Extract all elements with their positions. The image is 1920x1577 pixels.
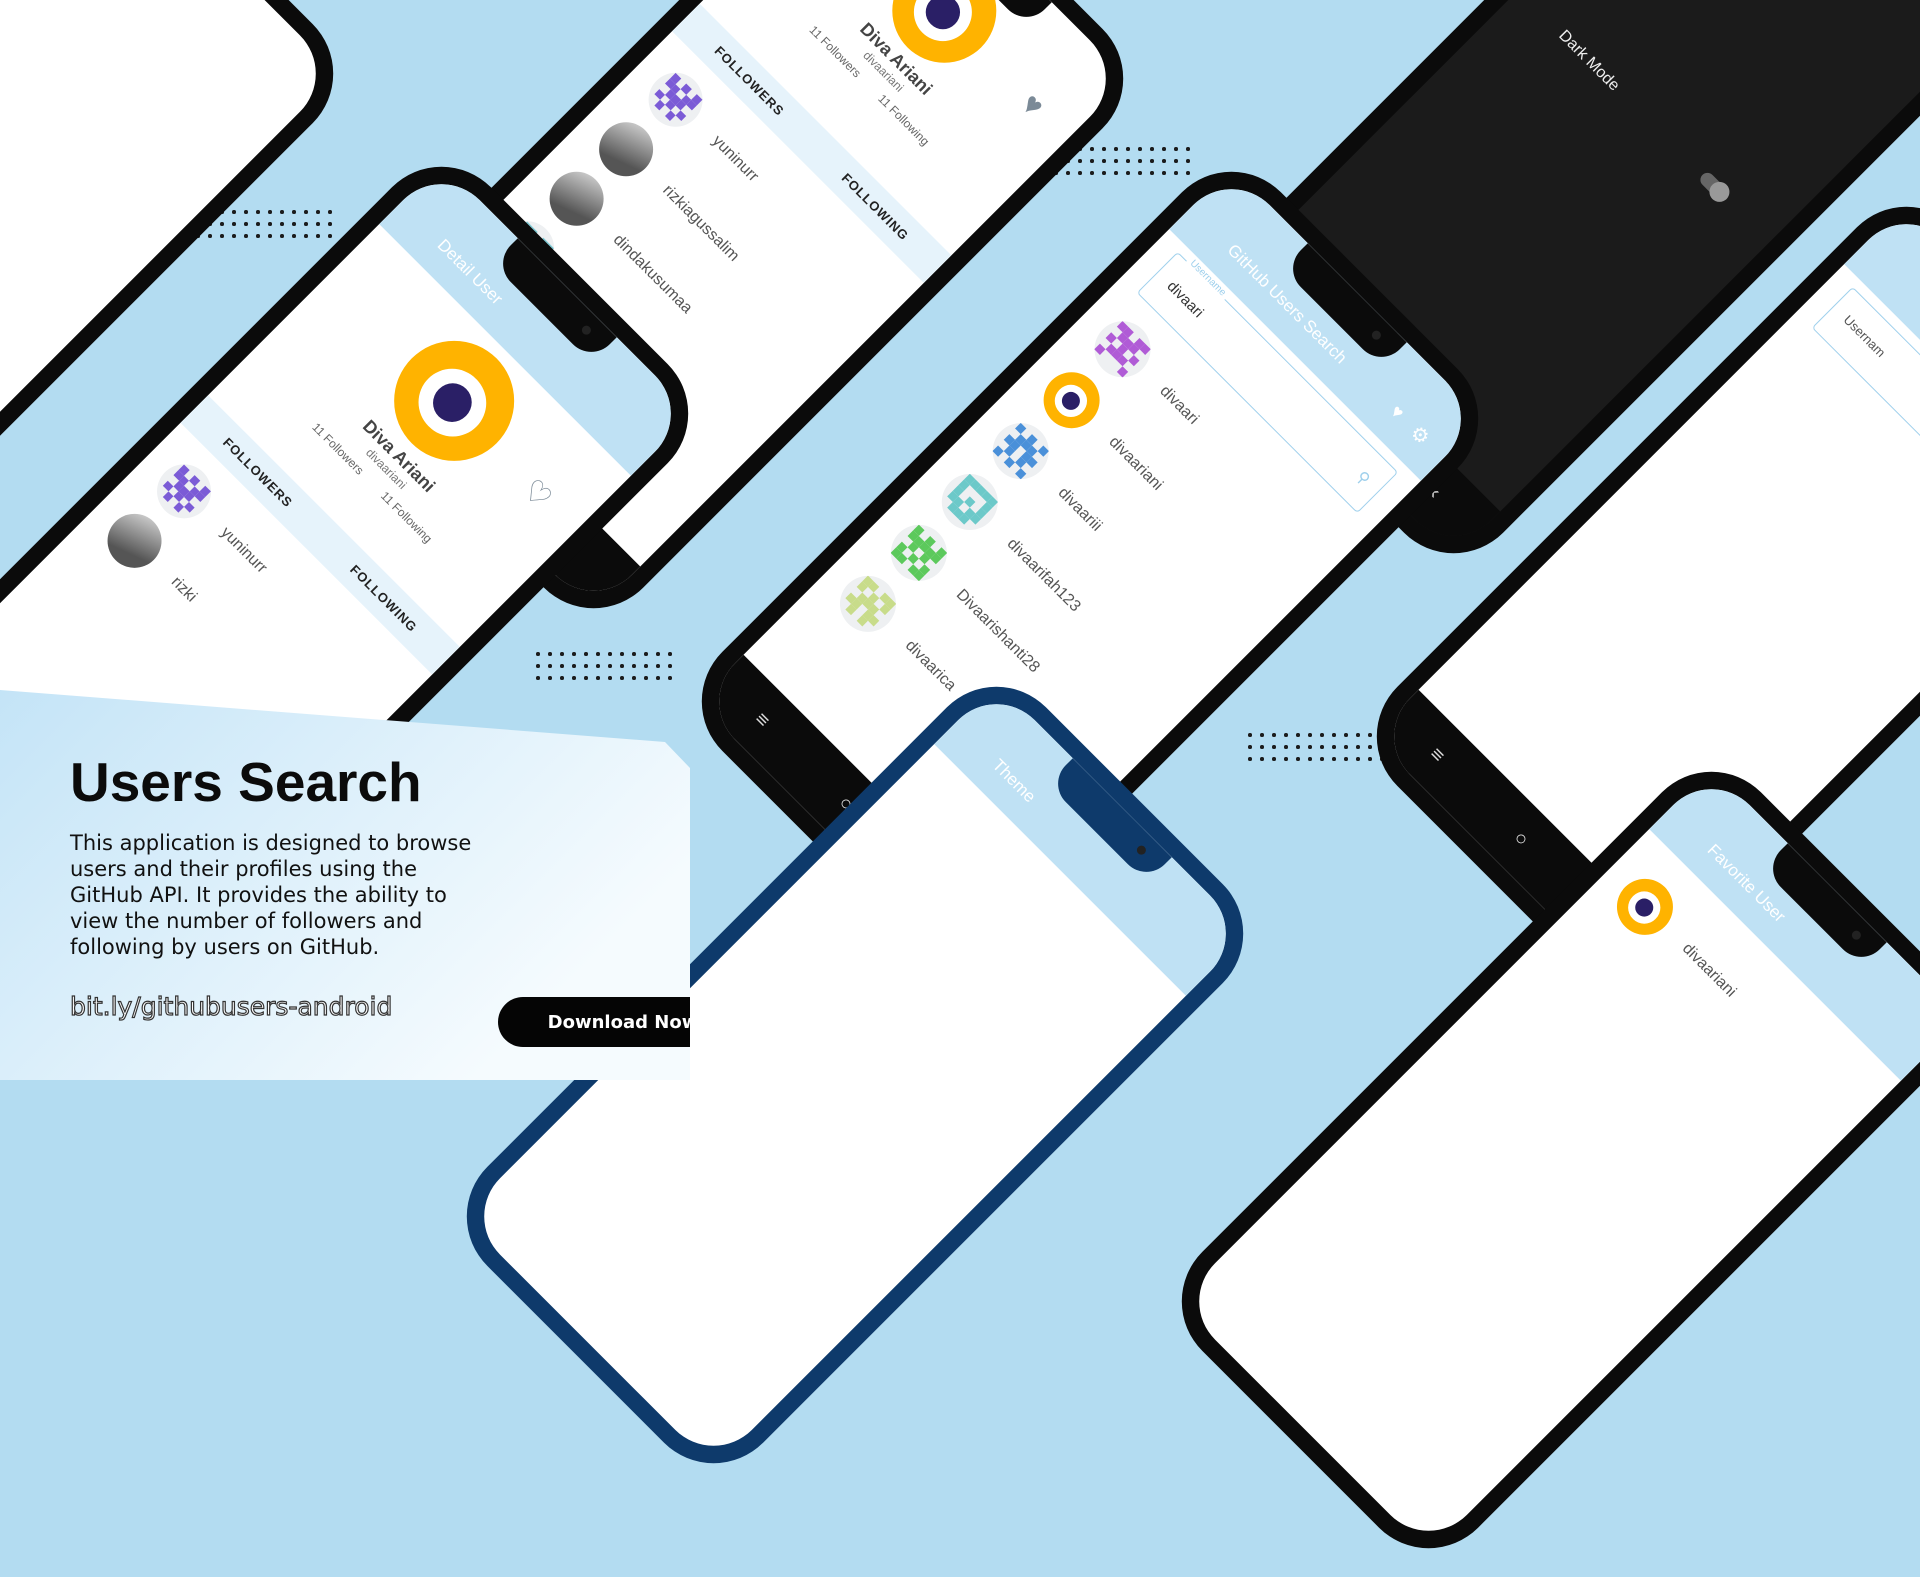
follower-username: yuninurr xyxy=(217,523,271,577)
page-title: Users Search xyxy=(70,751,422,813)
user-username: divaariii xyxy=(1054,484,1106,535)
menu-icon[interactable]: ≡ xyxy=(740,698,785,743)
dark-mode-toggle[interactable] xyxy=(1697,169,1734,207)
app-description: This application is designed to browse u… xyxy=(70,831,472,959)
username-search-box[interactable]: Usernam xyxy=(1811,286,1920,549)
app-bar-title: Theme xyxy=(988,755,1040,807)
user-username: divaari xyxy=(1156,382,1202,428)
user-username: divaarica xyxy=(901,637,960,695)
follower-username: rizki xyxy=(167,573,200,606)
user-username: divaariani xyxy=(1105,433,1167,494)
info-card: Users Search This application is designe… xyxy=(0,690,690,1080)
home-icon[interactable]: ○ xyxy=(1499,817,1544,862)
user-username: divaariani xyxy=(1678,940,1740,1001)
dark-mode-row: Dark Mode xyxy=(1512,0,1776,248)
app-bar-title: Detail User xyxy=(433,235,507,309)
follower-username: yuninurr xyxy=(708,132,762,186)
menu-icon[interactable]: ≡ xyxy=(1415,733,1460,778)
settings-gear-icon[interactable]: ⚙ xyxy=(1405,420,1435,450)
favorite-heart-icon[interactable]: ♥ xyxy=(1386,401,1408,423)
dot-pattern xyxy=(1244,729,1388,765)
download-link[interactable]: bit.ly/githubusers-android xyxy=(69,991,393,1021)
search-icon[interactable]: ⚲ xyxy=(1352,467,1374,489)
dot-pattern xyxy=(532,648,676,684)
dark-mode-label: Dark Mode xyxy=(1555,27,1623,95)
user-avatar xyxy=(1605,867,1685,947)
search-label: Usernam xyxy=(1837,309,1892,363)
